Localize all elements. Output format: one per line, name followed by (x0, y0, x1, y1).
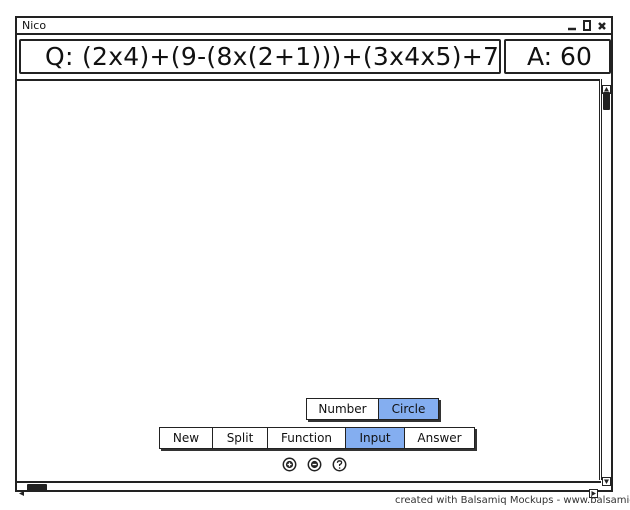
toolbar-top: Number Circle (306, 398, 439, 420)
number-button[interactable]: Number (306, 398, 379, 420)
window-title: Nico (22, 19, 47, 32)
question-text: Q: (2x4)+(9-(8x(2+1)))+(3x4x5)+7 (45, 42, 500, 71)
scroll-right-icon[interactable] (589, 483, 598, 498)
title-bar: Nico (17, 18, 611, 35)
vertical-scroll-thumb[interactable] (603, 92, 610, 110)
function-button[interactable]: Function (267, 427, 346, 449)
scroll-down-icon[interactable] (602, 471, 611, 486)
toolbar-bottom: New Split Function Input Answer (159, 427, 475, 449)
split-button[interactable]: Split (212, 427, 268, 449)
vertical-scrollbar[interactable] (601, 79, 611, 486)
answer-text: A: 60 (527, 42, 592, 71)
help-icon[interactable] (332, 457, 347, 472)
answer-button[interactable]: Answer (404, 427, 475, 449)
window-controls (566, 18, 607, 33)
minimize-icon[interactable] (566, 20, 577, 31)
zoom-in-icon[interactable] (282, 457, 297, 472)
scroll-up-icon[interactable] (602, 79, 611, 94)
horizontal-scrollbar[interactable] (17, 481, 601, 498)
zoom-out-icon[interactable] (307, 457, 322, 472)
footer-credit: created with Balsamiq Mockups - www.bals… (395, 495, 630, 506)
question-box: Q: (2x4)+(9-(8x(2+1)))+(3x4x5)+7 (19, 39, 501, 74)
circle-button[interactable]: Circle (378, 398, 439, 420)
scroll-left-icon[interactable] (17, 483, 26, 496)
maximize-icon[interactable] (581, 20, 592, 31)
new-button[interactable]: New (159, 427, 213, 449)
app-window: Nico Q: (2x4)+(9-(8x(2+1)))+(3x4x5)+7 A:… (15, 16, 613, 498)
horizontal-scroll-thumb[interactable] (27, 484, 47, 491)
zoom-controls (282, 457, 347, 472)
input-button[interactable]: Input (345, 427, 405, 449)
answer-box: A: 60 (504, 39, 611, 74)
close-icon[interactable] (596, 20, 607, 31)
